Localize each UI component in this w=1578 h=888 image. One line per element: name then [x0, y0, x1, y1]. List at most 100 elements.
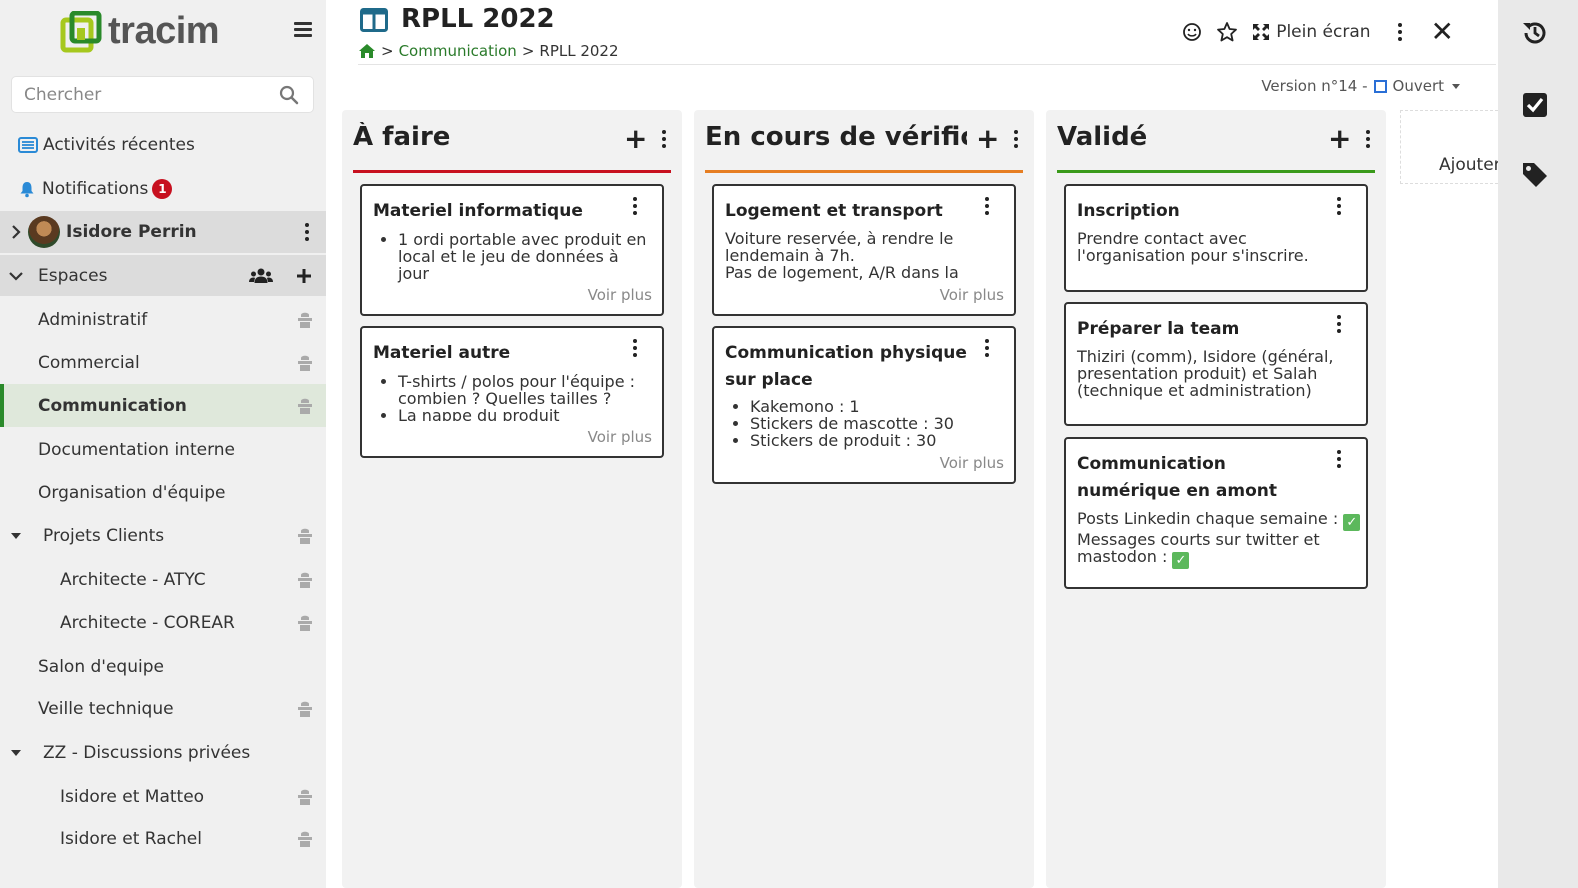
caret-down-icon[interactable] — [10, 532, 22, 540]
menu-toggle-icon[interactable] — [294, 22, 312, 40]
chevron-right-icon[interactable] — [10, 224, 22, 240]
fullscreen-icon — [1253, 24, 1270, 40]
breadcrumb-space-link[interactable]: Communication — [399, 42, 517, 60]
see-more-link[interactable]: Voir plus — [940, 454, 1004, 472]
space-label: Veille technique — [38, 698, 174, 719]
board-column-a-faire: À faire + Materiel informatique 1 ordi p… — [342, 110, 682, 888]
space-item-administratif[interactable]: Administratif — [0, 298, 326, 341]
search-input[interactable] — [12, 77, 262, 112]
add-column-button[interactable]: Ajouter — [1400, 110, 1501, 184]
activity-list-icon — [18, 137, 38, 153]
card-materiel-informatique[interactable]: Materiel informatique 1 ordi portable av… — [360, 184, 664, 316]
header-actions: Plein écran ✕ — [1182, 18, 1454, 46]
card-inscription[interactable]: Inscription Prendre contact avec l'organ… — [1064, 184, 1368, 292]
home-icon[interactable] — [358, 43, 376, 59]
card-body: 1 ordi portable avec produit en local et… — [373, 231, 653, 282]
breadcrumb-current: RPLL 2022 — [539, 42, 619, 60]
column-title: Validé — [1057, 122, 1148, 152]
status-dropdown[interactable]: Ouvert — [1373, 77, 1460, 95]
add-space-icon[interactable] — [296, 268, 312, 284]
tracim-logo[interactable]: tracim — [60, 10, 220, 53]
card-list-item: T-shirts / polos pour l'équipe : combien… — [398, 373, 653, 407]
card-options-icon[interactable] — [980, 196, 994, 216]
tag-icon[interactable] — [1520, 160, 1550, 190]
card-text-line: Posts Linkedin chaque semaine : — [1077, 509, 1339, 528]
card-options-icon[interactable] — [980, 338, 994, 358]
card-options-icon[interactable] — [628, 196, 642, 216]
user-name: Isidore Perrin — [66, 222, 197, 242]
space-item-commercial[interactable]: Commercial — [0, 341, 326, 384]
status-label: Ouvert — [1392, 77, 1444, 95]
card-text-line: Pas de logement, A/R dans la — [725, 263, 959, 282]
card-options-icon[interactable] — [628, 338, 642, 358]
space-item-isidore-et-matteo[interactable]: Isidore et Matteo — [0, 775, 326, 818]
user-menu[interactable]: Isidore Perrin — [0, 211, 326, 253]
column-color-bar — [1057, 170, 1375, 173]
user-options-icon[interactable] — [300, 222, 314, 242]
card-title: Logement et transport — [725, 201, 943, 221]
restricted-space-icon — [298, 528, 312, 544]
space-item-zz-discussions-privees[interactable]: ZZ - Discussions privées — [0, 731, 326, 774]
add-card-button[interactable]: + — [624, 125, 647, 153]
app-root: tracim Activités récentes — [0, 0, 1578, 888]
space-item-veille-technique[interactable]: Veille technique — [0, 687, 326, 730]
more-options-icon[interactable] — [1393, 22, 1407, 42]
space-item-communication[interactable]: Communication — [0, 384, 326, 427]
card-logement-transport[interactable]: Logement et transport Voiture reservée, … — [712, 184, 1016, 316]
column-actions: + — [624, 125, 671, 153]
sidebar: tracim Activités récentes — [0, 0, 326, 888]
space-item-architecte-atyc[interactable]: Architecte - ATYC — [0, 558, 326, 601]
see-more-link[interactable]: Voir plus — [940, 286, 1004, 304]
space-item-organisation-equipe[interactable]: Organisation d'équipe — [0, 471, 326, 514]
todo-checkbox-icon[interactable] — [1520, 90, 1550, 120]
card-title: Materiel autre — [373, 343, 511, 363]
members-icon[interactable] — [249, 267, 273, 285]
card-materiel-autre[interactable]: Materiel autre T-shirts / polos pour l'é… — [360, 326, 664, 458]
space-item-projets-clients[interactable]: Projets Clients — [0, 514, 326, 557]
search-icon[interactable] — [279, 85, 299, 105]
nav-notifications[interactable]: Notifications 1 — [0, 177, 326, 201]
add-card-button[interactable]: + — [976, 125, 999, 153]
space-item-isidore-et-rachel[interactable]: Isidore et Rachel — [0, 817, 326, 860]
space-item-salon-equipe[interactable]: Salon d'equipe — [0, 645, 326, 688]
column-actions: + — [1328, 125, 1375, 153]
space-item-documentation-interne[interactable]: Documentation interne — [0, 428, 326, 471]
caret-down-icon[interactable] — [10, 749, 22, 757]
tracim-logo-icon — [60, 10, 102, 52]
card-list-item: Kakemono : 1 — [750, 398, 995, 415]
logo-row: tracim — [0, 0, 326, 64]
space-label: Communication — [38, 395, 187, 416]
star-icon[interactable] — [1216, 21, 1238, 43]
card-options-icon[interactable] — [1332, 314, 1346, 334]
breadcrumb-separator: > — [381, 42, 394, 60]
spaces-label: Espaces — [38, 265, 108, 286]
spaces-header[interactable]: Espaces — [0, 255, 326, 296]
emoji-reaction-icon[interactable] — [1182, 22, 1202, 42]
kanban-board-icon — [360, 8, 388, 32]
card-preparer-la-team[interactable]: Préparer la team Thiziri (comm), Isidore… — [1064, 302, 1368, 426]
breadcrumb: > Communication > RPLL 2022 — [358, 42, 619, 60]
add-card-button[interactable]: + — [1328, 125, 1351, 153]
card-communication-numerique[interactable]: Communication numérique en amont Posts L… — [1064, 437, 1368, 589]
history-icon[interactable] — [1520, 18, 1550, 48]
card-list-item: Stickers de mascotte : 30 — [750, 415, 995, 432]
close-icon[interactable]: ✕ — [1431, 18, 1454, 46]
column-options-icon[interactable] — [1361, 129, 1375, 149]
card-options-icon[interactable] — [1332, 196, 1346, 216]
column-options-icon[interactable] — [657, 129, 671, 149]
header-divider — [358, 64, 1496, 65]
board-column-valide: Validé + Inscription Prendre contact ave… — [1046, 110, 1386, 888]
chevron-down-icon[interactable] — [8, 270, 24, 282]
card-options-icon[interactable] — [1332, 449, 1346, 469]
see-more-link[interactable]: Voir plus — [588, 428, 652, 446]
card-body: Posts Linkedin chaque semaine : ✓ Messag… — [1077, 510, 1361, 569]
column-options-icon[interactable] — [1009, 129, 1023, 149]
card-title: Inscription — [1077, 201, 1180, 221]
card-body: Kakemono : 1 Stickers de mascotte : 30 S… — [725, 398, 995, 449]
fullscreen-button[interactable]: Plein écran — [1252, 22, 1371, 42]
see-more-link[interactable]: Voir plus — [588, 286, 652, 304]
nav-recent-activities[interactable]: Activités récentes — [0, 133, 326, 157]
space-item-architecte-corear[interactable]: Architecte - COREAR — [0, 601, 326, 644]
card-communication-physique[interactable]: Communication physique sur place Kakemon… — [712, 326, 1016, 484]
space-label: Organisation d'équipe — [38, 482, 226, 503]
